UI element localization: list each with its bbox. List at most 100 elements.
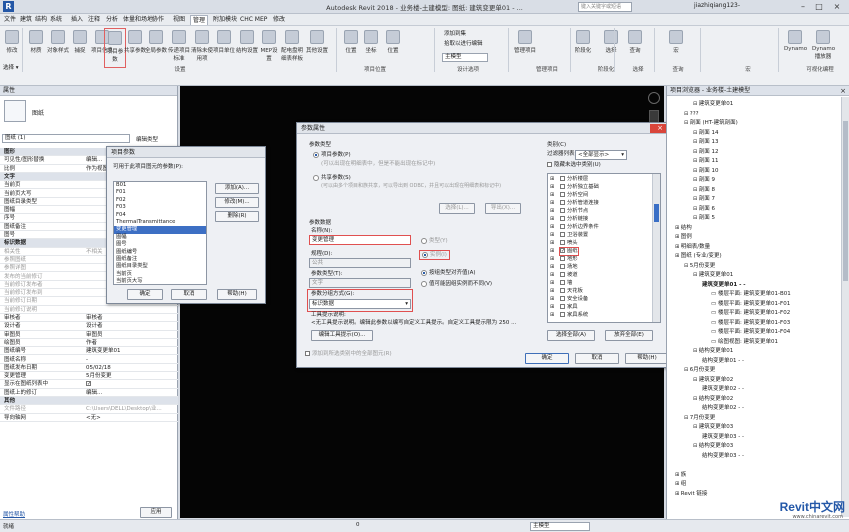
category-checkbox[interactable] [560,304,565,309]
category-item[interactable]: ⊞ 分析边界条件 [550,224,599,231]
property-row[interactable]: 变更管理 5月份变更 [0,372,178,381]
category-item[interactable]: ⊞ 家具系统 [550,312,588,319]
tree-item[interactable]: ⊞ 结构 [675,224,692,233]
shared-param-radio[interactable]: 共享参数(S) [313,174,351,182]
menu-tab[interactable]: 插入 [69,15,85,25]
param-list-item[interactable]: 图纸编号 [114,249,206,256]
param-list-item[interactable]: F03 [114,204,206,211]
tree-item[interactable]: ⊟ 5月份变更 [684,262,715,271]
category-checkbox[interactable] [560,176,565,181]
tree-item[interactable]: 建筑变更单02 - - [702,385,744,394]
property-row[interactable]: 当前修订说明 [0,306,178,314]
params-list[interactable]: B01 F01 F02 F03 F04 ThermalTransmittance 变更管理图… [113,181,207,285]
param-list-item[interactable]: 图号 [114,241,206,248]
category-item[interactable]: ⊞ 分析空间 [550,192,588,199]
param-list-item[interactable]: 当前页大写 [114,278,206,284]
ribbon-button[interactable]: 其他设置 [306,28,328,68]
tree-item[interactable]: ▭ 绘图视图: 建筑变更单01 [711,338,778,347]
apply-button[interactable]: 应用 [140,507,172,518]
expand-icon[interactable]: ⊞ [550,232,554,239]
ok-button[interactable]: 确定 [525,353,569,364]
ribbon-button[interactable]: 位置 [382,28,404,68]
tree-item[interactable]: ⊟ 建筑变更单02 [693,376,733,385]
tree-item[interactable]: ⊟ 剖面 9 [693,176,715,185]
property-row[interactable]: 导向轴网 <无> [0,414,178,422]
param-list-item[interactable]: F04 [114,212,206,219]
menu-tab[interactable]: CHC MEP [238,15,269,25]
user-name[interactable]: jiazhiqiang123- [694,2,740,9]
tree-item[interactable]: ⊟ 建筑变更单01 [693,271,733,280]
select-shared-button[interactable]: 选择(L)... [439,203,475,214]
param-list-item[interactable]: F01 [114,189,206,196]
category-checkbox[interactable] [560,208,565,213]
vary-by-group-radio[interactable]: 值可能因组实例而不同(V) [421,280,492,288]
menu-tab[interactable]: 分析 [104,15,120,25]
help-button[interactable]: 帮助(H) [625,353,669,364]
group-dropdown[interactable]: 标识数据 ▾ [309,299,411,309]
expand-icon[interactable]: ⊞ [550,280,554,287]
category-item[interactable]: ⊞ 坡道 [550,272,578,279]
ribbon-button[interactable]: 管理项目 [514,28,536,68]
tree-item[interactable]: ⊞ 组 [675,480,686,489]
view-cube-icon[interactable] [648,92,660,104]
ribbon-button[interactable]: Dynamo 播放器 [812,28,835,68]
minimize-icon[interactable]: – [796,1,810,12]
browser-scrollbar[interactable] [841,97,849,517]
tree-item[interactable]: ▭ 楼层平面: 建筑变更单01-F02 [711,309,790,318]
ribbon-button[interactable]: 结构设置 [236,28,258,68]
close-icon[interactable]: × [830,1,844,12]
menu-tab[interactable]: 文件 [2,15,18,25]
category-item[interactable]: ⊞ 分析管道连接 [550,200,599,207]
tree-item[interactable]: ▭ 楼层平面: 建筑变更单01-F03 [711,319,790,328]
delete-param-button[interactable]: 删除(R) [215,211,259,222]
category-checkbox[interactable] [560,200,565,205]
tree-item[interactable]: ⊟ 剖面 12 [693,148,719,157]
category-checkbox[interactable] [560,240,565,245]
expand-icon[interactable]: ⊞ [550,224,554,231]
export-button[interactable]: 导出(X)... [485,203,521,214]
category-checkbox[interactable] [560,288,565,293]
tree-item[interactable]: ⊞ 族 [675,471,686,480]
ribbon-button[interactable]: 材质 [25,28,47,68]
property-row[interactable]: 图纸名称 - [0,356,178,364]
tree-item[interactable]: ⊟ 剖面 7 [693,195,715,204]
scrollbar-thumb[interactable] [654,204,659,222]
ribbon-button[interactable]: 阶段化 [572,28,594,68]
tree-item[interactable]: ⊟ 剖面 13 [693,138,719,147]
param-list-item[interactable]: 图幅 [114,234,206,241]
menu-tab[interactable]: 修改 [271,15,287,25]
show-in-list-checkbox[interactable]: ✓ [86,380,172,388]
param-list-item[interactable]: 当前页 [114,271,206,278]
category-item[interactable]: ⊞ 分析独立基础 [550,184,599,191]
property-row[interactable]: 图纸编号 建筑变更单01 [0,347,178,356]
category-item[interactable]: ⊞ 卫浴装置 [550,232,588,239]
cancel-button[interactable]: 取消 [171,289,207,300]
type-radio[interactable]: 类型(Y) [421,237,448,245]
property-value[interactable]: 审核者 [86,314,172,322]
tree-item[interactable]: ⊟ ??? [684,110,699,119]
expand-icon[interactable]: ⊞ [550,272,554,279]
menu-tab[interactable]: 结构 [33,15,49,25]
tree-item[interactable]: ⊞ 明细表/数量 [675,243,710,252]
tree-item[interactable]: ⊟ 剖面 8 [693,186,715,195]
ribbon-button[interactable]: 捕捉 [69,28,91,68]
property-value[interactable]: 编辑... [86,389,172,397]
tree-item[interactable]: ⊟ 结构变更单01 [693,347,733,356]
category-item[interactable]: ⊞ 喷头 [550,240,578,247]
design-option-status[interactable]: 主模型 [530,522,590,531]
tree-item[interactable]: ⊟ 剖面 6 [693,205,715,214]
expand-icon[interactable]: ⊞ [550,208,554,215]
category-scrollbar[interactable] [652,174,660,322]
category-item[interactable]: ⊞ ✓ 图纸 [550,246,579,257]
category-item[interactable]: ⊞ 场地 [550,264,578,271]
category-checkbox[interactable] [560,184,565,189]
ribbon-button[interactable]: 修改 [1,28,23,68]
menu-tab[interactable]: 注释 [86,15,102,25]
tree-item[interactable]: 结构变更单02 - - [702,404,744,413]
menu-tab[interactable]: 建筑 [18,15,34,25]
expand-icon[interactable]: ⊞ [550,176,554,183]
tree-item[interactable]: 建筑变更单03 - - [702,433,744,442]
param-list-item[interactable]: B01 [114,182,206,189]
tree-item[interactable]: ▭ 楼层平面: 建筑变更单01-F01 [711,300,790,309]
tree-item[interactable]: ⊟ 建筑变更单01 [693,100,733,109]
